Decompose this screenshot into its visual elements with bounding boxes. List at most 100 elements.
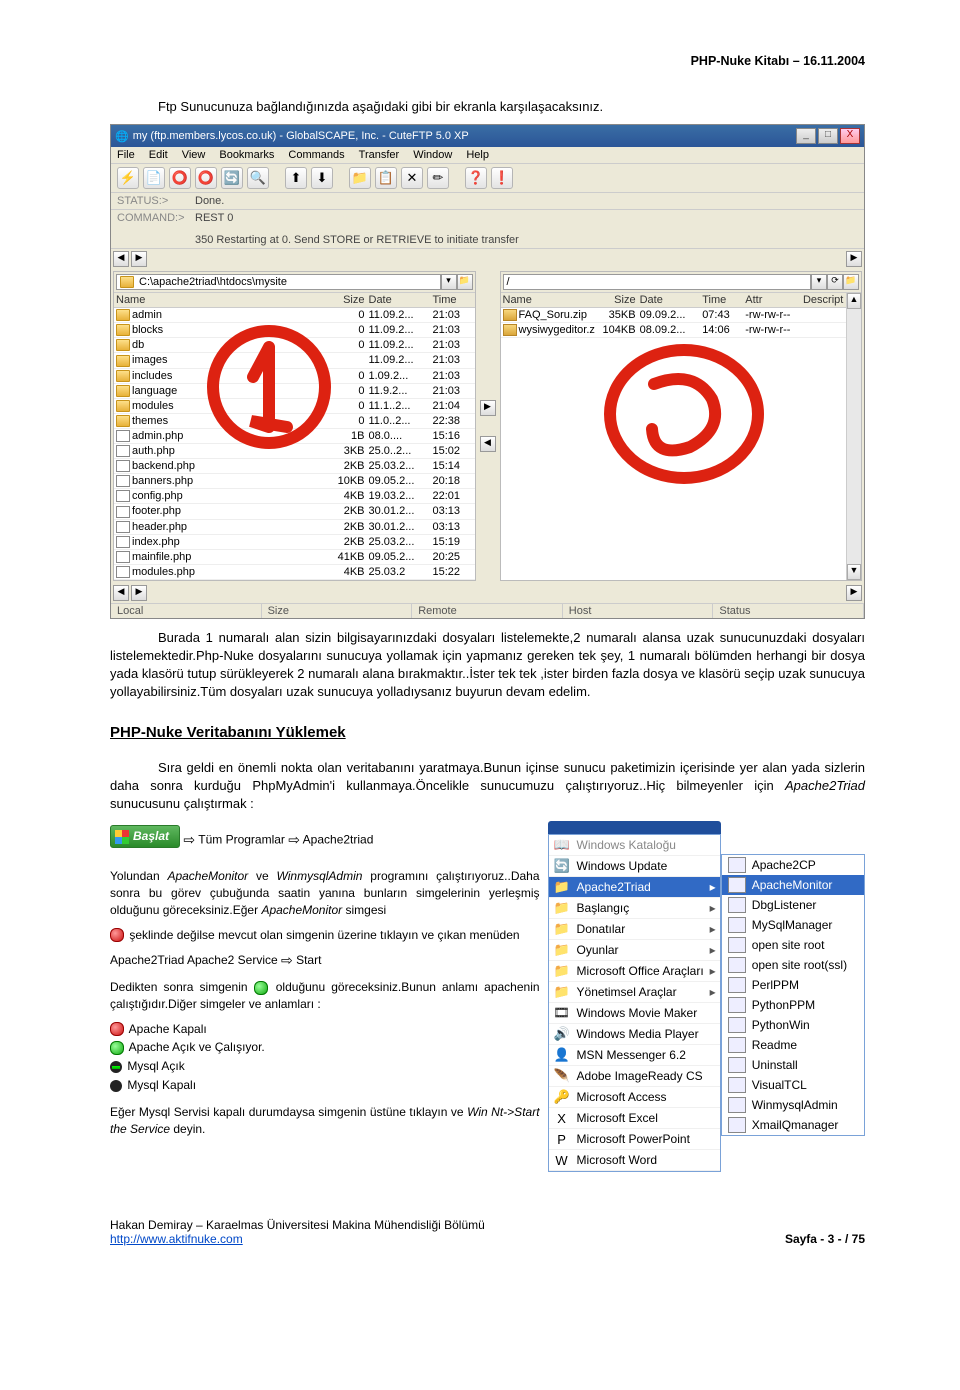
column-header[interactable]: Size	[595, 293, 638, 307]
menu-item[interactable]: 📁Başlangıç▸	[549, 898, 720, 919]
menu-commands[interactable]: Commands	[288, 149, 344, 161]
file-row[interactable]: wysiwygeditor.zip104KB08.09.2...14:06-rw…	[501, 323, 847, 338]
column-header[interactable]: Time	[431, 293, 475, 307]
toolbar-button[interactable]: 🔄	[221, 167, 243, 189]
file-row[interactable]: auth.php3KB25.0..2...15:02	[114, 444, 475, 459]
submenu-item[interactable]: open site root	[722, 935, 864, 955]
submenu-item[interactable]: PythonPPM	[722, 995, 864, 1015]
scroll-down-button[interactable]: ▼	[847, 564, 861, 580]
submenu-item[interactable]: MySqlManager	[722, 915, 864, 935]
menu-file[interactable]: File	[117, 149, 135, 161]
file-row[interactable]: backend.php2KB25.03.2...15:14	[114, 459, 475, 474]
toolbar-button[interactable]: ✕	[401, 167, 423, 189]
toolbar-button[interactable]: 📋	[375, 167, 397, 189]
submenu-item[interactable]: ApacheMonitor	[722, 875, 864, 895]
submenu-item[interactable]: PerlPPM	[722, 975, 864, 995]
close-button[interactable]: X	[840, 128, 860, 144]
toolbar-button[interactable]: ⭕	[195, 167, 217, 189]
file-row[interactable]: modules011.1..2...21:04	[114, 399, 475, 414]
toolbar-button[interactable]: ⬆	[285, 167, 307, 189]
toolbar-button[interactable]: ⬇	[311, 167, 333, 189]
menu-help[interactable]: Help	[466, 149, 489, 161]
menu-item[interactable]: 📁Oyunlar▸	[549, 940, 720, 961]
menu-item[interactable]: 📁Microsoft Office Araçları▸	[549, 961, 720, 982]
pane-scroll-button[interactable]: ▶	[846, 251, 862, 267]
column-header[interactable]: Date	[367, 293, 431, 307]
submenu-item[interactable]: DbgListener	[722, 895, 864, 915]
menu-view[interactable]: View	[182, 149, 206, 161]
transfer-left-button[interactable]: ◀	[480, 436, 496, 452]
column-header[interactable]: Time	[700, 293, 743, 307]
file-row[interactable]: footer.php2KB30.01.2...03:13	[114, 504, 475, 519]
toolbar-button[interactable]: ❓	[465, 167, 487, 189]
start-menu[interactable]: 📖Windows Kataloğu🔄Windows Update📁Apache2…	[548, 834, 721, 1172]
maximize-button[interactable]: □	[818, 128, 838, 144]
file-row[interactable]: FAQ_Soru.zip35KB09.09.2...07:43-rw-rw-r-…	[501, 308, 847, 323]
toolbar-button[interactable]: ❗	[491, 167, 513, 189]
column-header[interactable]: Date	[638, 293, 701, 307]
submenu-item[interactable]: Apache2CP	[722, 855, 864, 875]
menu-item[interactable]: WMicrosoft Word	[549, 1150, 720, 1171]
file-row[interactable]: images11.09.2...21:03	[114, 353, 475, 368]
column-header[interactable]: Descript	[801, 293, 846, 307]
queue-next-button[interactable]: ▶	[131, 585, 147, 601]
file-row[interactable]: language011.9.2...21:03	[114, 384, 475, 399]
file-row[interactable]: admin011.09.2...21:03	[114, 308, 475, 323]
submenu-item[interactable]: VisualTCL	[722, 1075, 864, 1095]
submenu-item[interactable]: Uninstall	[722, 1055, 864, 1075]
file-row[interactable]: header.php2KB30.01.2...03:13	[114, 520, 475, 535]
path-dropdown-button[interactable]: ▾	[441, 274, 457, 290]
path-dropdown-button[interactable]: ▾	[811, 274, 827, 290]
menu-item[interactable]: 📁Yönetimsel Araçlar▸	[549, 982, 720, 1003]
apache2triad-submenu[interactable]: Apache2CPApacheMonitorDbgListenerMySqlMa…	[721, 854, 865, 1136]
titlebar[interactable]: 🌐 my (ftp.members.lycos.co.uk) - GlobalS…	[111, 125, 864, 147]
remote-file-list[interactable]: NameSizeDateTimeAttrDescriptFAQ_Soru.zip…	[501, 293, 847, 580]
menu-item[interactable]: 🎞Windows Movie Maker	[549, 1003, 720, 1024]
menu-transfer[interactable]: Transfer	[359, 149, 400, 161]
file-row[interactable]: themes011.0..2...22:38	[114, 414, 475, 429]
toolbar-button[interactable]: ⚡	[117, 167, 139, 189]
file-row[interactable]: banners.php10KB09.05.2...20:18	[114, 474, 475, 489]
path-refresh-button[interactable]: ⟳	[827, 274, 843, 290]
menu-item[interactable]: 🪶Adobe ImageReady CS	[549, 1066, 720, 1087]
column-header[interactable]: Size	[323, 293, 367, 307]
local-path-input[interactable]: C:\apache2triad\htdocs\mysite	[116, 274, 441, 290]
submenu-item[interactable]: XmailQmanager	[722, 1115, 864, 1135]
column-header[interactable]: Name	[114, 293, 323, 307]
file-row[interactable]: index.php2KB25.03.2...15:19	[114, 535, 475, 550]
menu-bookmarks[interactable]: Bookmarks	[219, 149, 274, 161]
queue-scroll-button[interactable]: ▶	[846, 585, 862, 601]
scroll-up-button[interactable]: ▲	[847, 293, 861, 309]
file-row[interactable]: config.php4KB19.03.2...22:01	[114, 489, 475, 504]
toolbar-button[interactable]: ✏	[427, 167, 449, 189]
menu-item[interactable]: 👤MSN Messenger 6.2	[549, 1045, 720, 1066]
queue-prev-button[interactable]: ◀	[113, 585, 129, 601]
menu-item[interactable]: 🔑Microsoft Access	[549, 1087, 720, 1108]
file-row[interactable]: includes01.09.2...21:03	[114, 369, 475, 384]
file-row[interactable]: db011.09.2...21:03	[114, 338, 475, 353]
menu-item[interactable]: 🔄Windows Update	[549, 856, 720, 877]
footer-link[interactable]: http://www.aktifnuke.com	[110, 1232, 243, 1246]
path-browse-button[interactable]: 📁	[457, 274, 473, 290]
column-header[interactable]: Attr	[743, 293, 801, 307]
menu-item[interactable]: 🔊Windows Media Player	[549, 1024, 720, 1045]
submenu-item[interactable]: WinmysqlAdmin	[722, 1095, 864, 1115]
menu-item[interactable]: 📁Apache2Triad▸	[549, 877, 720, 898]
toolbar-button[interactable]: ⭕	[169, 167, 191, 189]
start-button[interactable]: Başlat	[110, 825, 180, 848]
file-row[interactable]: admin.php1B08.0....15:16	[114, 429, 475, 444]
submenu-item[interactable]: Readme	[722, 1035, 864, 1055]
toolbar-button[interactable]: 🔍	[247, 167, 269, 189]
scrollbar[interactable]: ▲ ▼	[846, 293, 861, 580]
menu-item[interactable]: XMicrosoft Excel	[549, 1108, 720, 1129]
transfer-right-button[interactable]: ▶	[480, 400, 496, 416]
local-file-list[interactable]: NameSizeDateTimeadmin011.09.2...21:03blo…	[114, 293, 475, 580]
submenu-item[interactable]: open site root(ssl)	[722, 955, 864, 975]
menu-edit[interactable]: Edit	[149, 149, 168, 161]
toolbar-button[interactable]: 📁	[349, 167, 371, 189]
column-header[interactable]: Name	[501, 293, 595, 307]
minimize-button[interactable]: _	[796, 128, 816, 144]
remote-path-input[interactable]: /	[503, 274, 812, 290]
toolbar-button[interactable]: 📄	[143, 167, 165, 189]
pane-next-button[interactable]: ▶	[131, 251, 147, 267]
